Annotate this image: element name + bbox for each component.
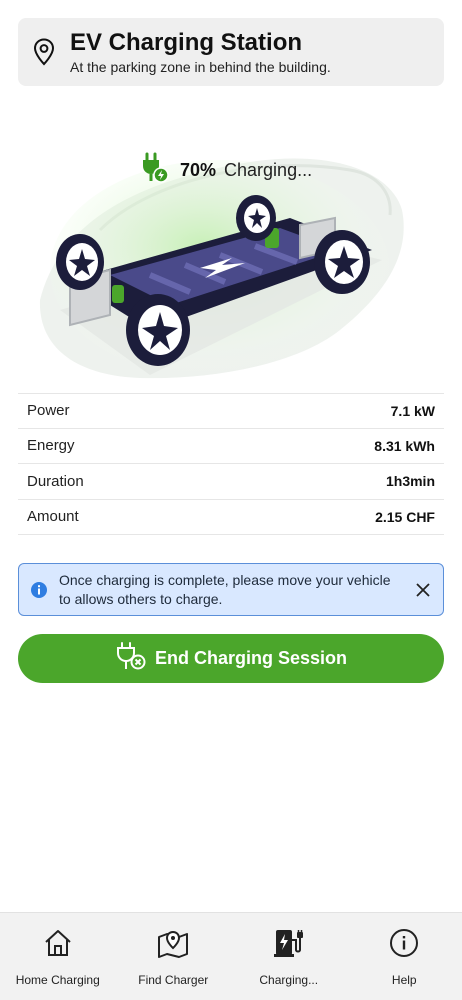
- end-charging-session-button[interactable]: End Charging Session: [18, 634, 444, 683]
- stat-value: 8.31 kWh: [374, 437, 435, 454]
- stat-row-power: Power 7.1 kW: [18, 393, 444, 429]
- home-icon: [43, 927, 73, 959]
- map-icon: [157, 927, 189, 959]
- stat-row-energy: Energy 8.31 kWh: [18, 429, 444, 464]
- end-button-label: End Charging Session: [154, 648, 348, 668]
- stat-row-duration: Duration 1h3min: [18, 464, 444, 500]
- close-icon[interactable]: [403, 582, 443, 597]
- nav-charging[interactable]: Charging...: [231, 913, 347, 1000]
- map-pin-icon: [18, 18, 70, 86]
- nav-label: Home Charging: [15, 973, 100, 987]
- stat-label: Power: [27, 402, 70, 420]
- stat-label: Amount: [27, 508, 79, 526]
- bottom-nav: Home Charging Find Charger Charging... H…: [0, 912, 462, 1000]
- stat-label: Energy: [27, 437, 75, 455]
- info-circle-icon: [389, 927, 419, 959]
- ev-chassis-illustration: [0, 100, 462, 390]
- station-location: At the parking zone in behind the buildi…: [70, 59, 331, 75]
- nav-home-charging[interactable]: Home Charging: [0, 913, 116, 1000]
- nav-label: Find Charger: [138, 973, 209, 987]
- nav-help[interactable]: Help: [347, 913, 462, 1000]
- plug-cancel-icon: [115, 641, 147, 676]
- charging-label: Charging...: [224, 159, 313, 180]
- charging-status: 70% Charging...: [138, 152, 312, 188]
- nav-label: Charging...: [259, 973, 319, 987]
- station-header: EV Charging Station At the parking zone …: [18, 18, 444, 86]
- info-notice: Once charging is complete, please move y…: [18, 563, 444, 616]
- notice-message: Once charging is complete, please move y…: [59, 571, 391, 607]
- charging-station-icon: [273, 927, 305, 959]
- stat-value: 2.15 CHF: [375, 508, 435, 525]
- stat-value: 7.1 kW: [390, 402, 435, 419]
- info-icon: [19, 581, 59, 599]
- stat-row-amount: Amount 2.15 CHF: [18, 500, 444, 535]
- charging-stats: Power 7.1 kW Energy 8.31 kWh Duration 1h…: [18, 393, 444, 535]
- nav-find-charger[interactable]: Find Charger: [116, 913, 232, 1000]
- nav-label: Help: [391, 973, 417, 987]
- stat-value: 1h3min: [385, 473, 435, 490]
- page-title: EV Charging Station: [70, 29, 303, 56]
- plug-charging-icon: [138, 151, 172, 190]
- stat-label: Duration: [27, 472, 84, 490]
- charge-percent: 70%: [180, 159, 217, 180]
